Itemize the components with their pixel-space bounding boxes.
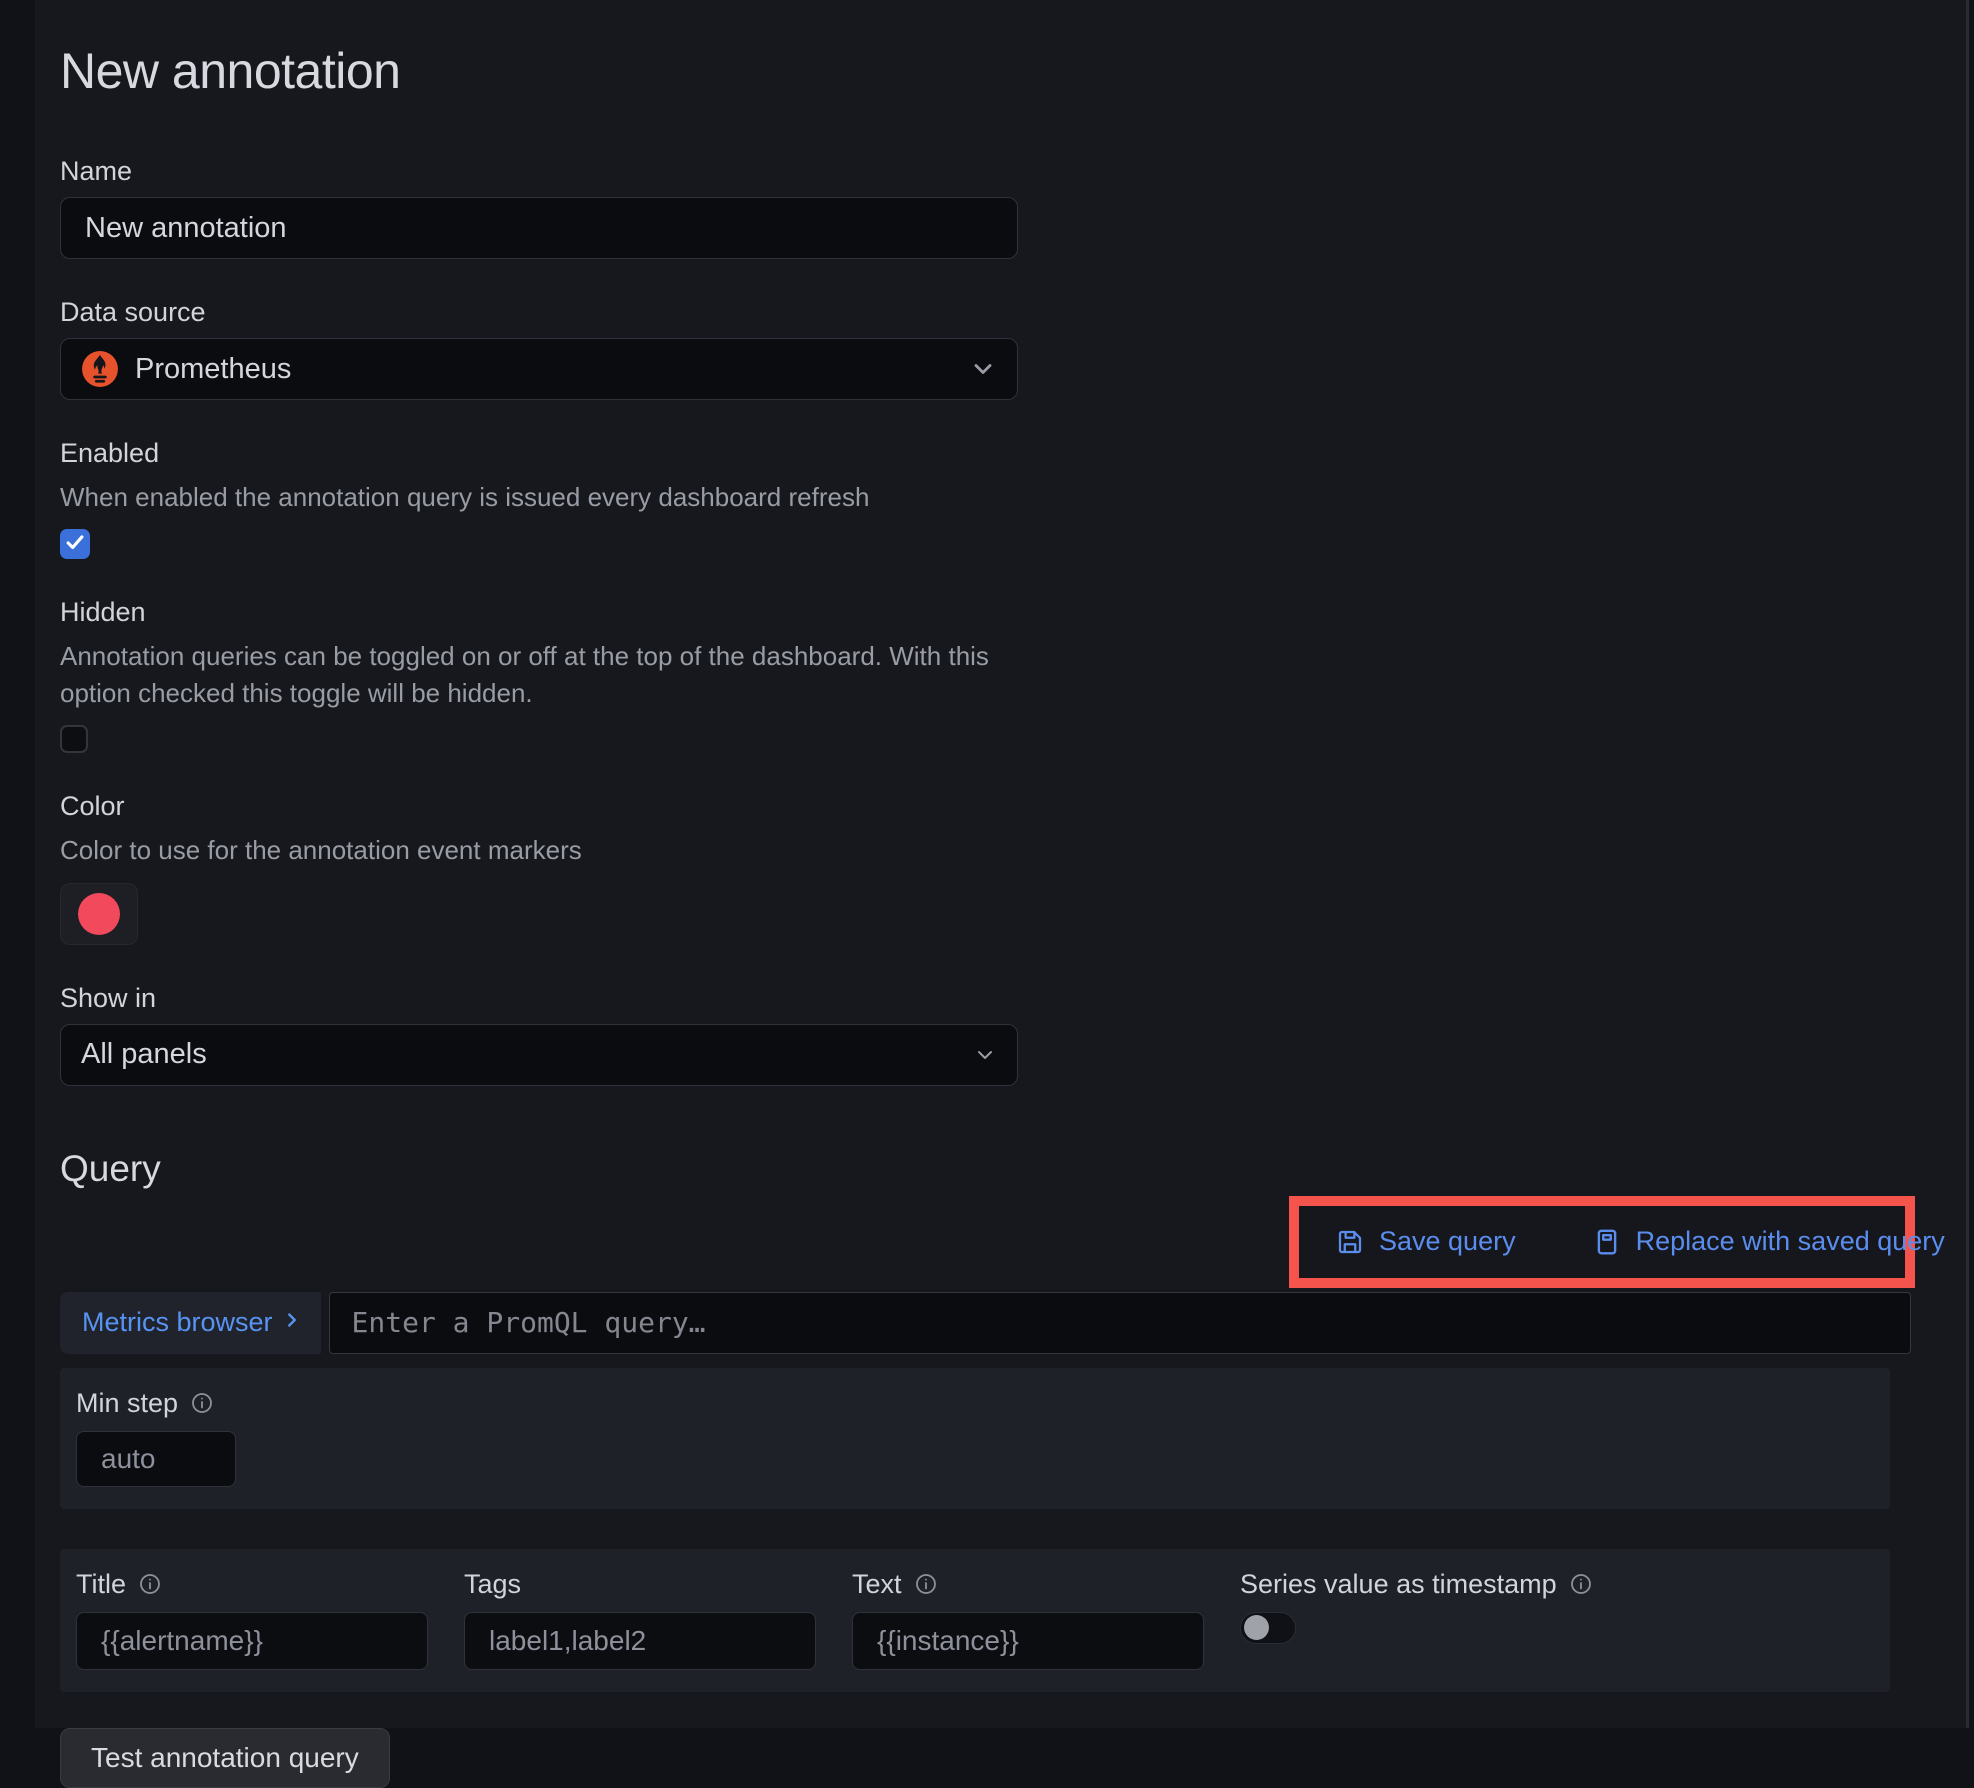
query-options-panel: Min step <box>60 1368 1890 1509</box>
hidden-field: Hidden Annotation queries can be toggled… <box>60 597 1915 753</box>
test-annotation-query-button[interactable]: Test annotation query <box>60 1728 390 1788</box>
enabled-label: Enabled <box>60 438 1915 469</box>
save-query-button[interactable]: Save query <box>1335 1226 1516 1257</box>
toggle-knob <box>1244 1615 1269 1640</box>
min-step-label: Min step <box>76 1388 178 1419</box>
show-in-field: Show in All panels <box>60 983 1915 1086</box>
series-value-toggle[interactable] <box>1240 1612 1296 1644</box>
annotation-settings-page: New annotation Name Data source Promethe… <box>35 0 1969 1728</box>
color-swatch <box>78 893 120 935</box>
annotation-text-input[interactable] <box>852 1612 1204 1670</box>
annotation-fields-panel: Title Tags Text Series va <box>60 1549 1890 1692</box>
annotation-tags-input[interactable] <box>464 1612 816 1670</box>
replace-with-saved-query-button[interactable]: Replace with saved query <box>1592 1226 1945 1257</box>
data-source-select[interactable]: Prometheus <box>60 338 1018 400</box>
series-value-label: Series value as timestamp <box>1240 1569 1557 1600</box>
prometheus-icon <box>81 350 119 388</box>
hidden-label: Hidden <box>60 597 1915 628</box>
show-in-label: Show in <box>60 983 1915 1014</box>
query-editor-row: Metrics browser <box>60 1292 1915 1354</box>
page-title: New annotation <box>60 42 1915 100</box>
saved-query-highlight-box: Save query Replace with saved query <box>1289 1196 1915 1288</box>
save-query-label: Save query <box>1379 1226 1516 1257</box>
tags-field: Tags <box>464 1569 816 1670</box>
color-description: Color to use for the annotation event ma… <box>60 832 1060 868</box>
annotation-title-input[interactable] <box>76 1612 428 1670</box>
text-field: Text <box>852 1569 1204 1670</box>
text-label: Text <box>852 1569 902 1600</box>
enabled-checkbox[interactable] <box>60 529 90 559</box>
promql-query-input[interactable] <box>329 1292 1911 1354</box>
metrics-browser-label: Metrics browser <box>82 1307 273 1338</box>
info-circle-icon[interactable] <box>138 1572 162 1596</box>
chevron-down-icon <box>973 1043 997 1067</box>
series-value-field: Series value as timestamp <box>1240 1569 1593 1670</box>
chevron-down-icon <box>969 355 997 383</box>
metrics-browser-button[interactable]: Metrics browser <box>60 1292 321 1354</box>
tags-label: Tags <box>464 1569 521 1600</box>
enabled-description: When enabled the annotation query is iss… <box>60 479 1060 515</box>
name-field: Name <box>60 156 1915 259</box>
check-icon <box>64 531 86 558</box>
info-circle-icon[interactable] <box>914 1572 938 1596</box>
title-field: Title <box>76 1569 428 1670</box>
color-picker-button[interactable] <box>60 883 138 945</box>
data-source-label: Data source <box>60 297 1915 328</box>
save-disk-icon <box>1335 1227 1365 1257</box>
bookmark-icon <box>1592 1227 1622 1257</box>
min-step-field: Min step <box>76 1388 428 1487</box>
hidden-description: Annotation queries can be toggled on or … <box>60 638 1060 711</box>
hidden-checkbox[interactable] <box>60 725 88 753</box>
min-step-input[interactable] <box>76 1431 236 1487</box>
query-section-heading: Query <box>60 1148 1915 1190</box>
title-label: Title <box>76 1569 126 1600</box>
info-circle-icon[interactable] <box>1569 1572 1593 1596</box>
data-source-value: Prometheus <box>135 353 969 386</box>
data-source-field: Data source Prometheus <box>60 297 1915 400</box>
chevron-right-icon <box>281 1307 303 1338</box>
color-label: Color <box>60 791 1915 822</box>
info-circle-icon[interactable] <box>190 1391 214 1415</box>
name-label: Name <box>60 156 1915 187</box>
show-in-select[interactable]: All panels <box>60 1024 1018 1086</box>
color-field: Color Color to use for the annotation ev… <box>60 791 1915 944</box>
show-in-value: All panels <box>81 1038 973 1071</box>
name-input[interactable] <box>60 197 1018 259</box>
replace-with-saved-query-label: Replace with saved query <box>1636 1226 1945 1257</box>
enabled-field: Enabled When enabled the annotation quer… <box>60 438 1915 559</box>
